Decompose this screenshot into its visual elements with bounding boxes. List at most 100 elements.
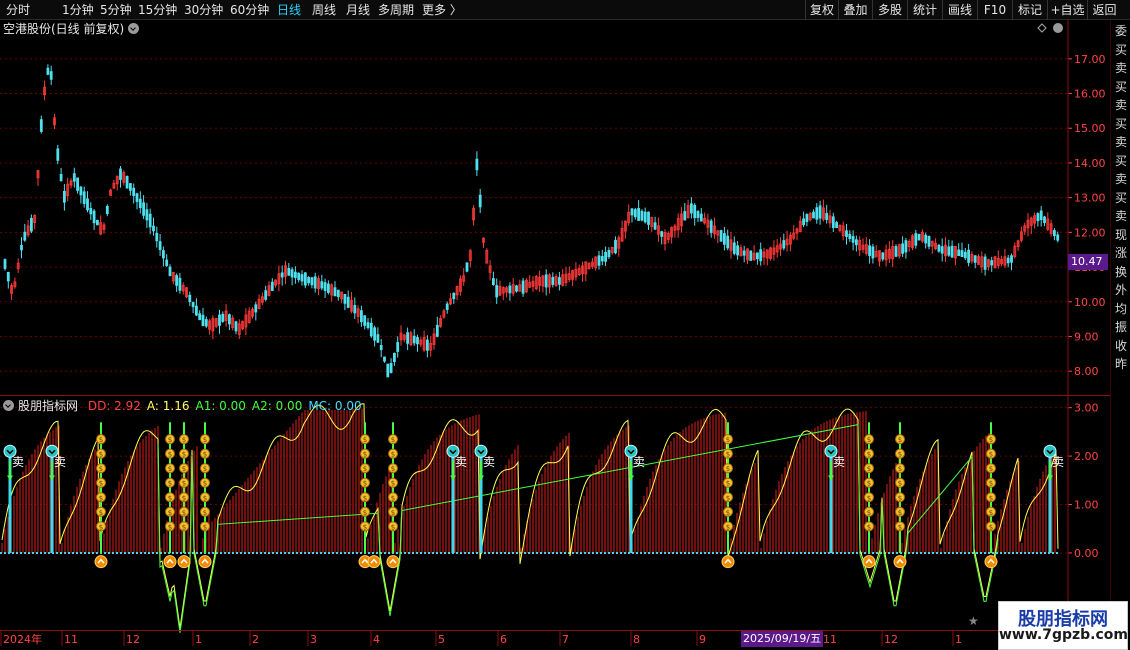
candlestick [20,237,23,259]
candle-body [881,252,885,260]
chart-canvas[interactable]: 卖卖卖卖卖卖卖$$$$$$$$$$$$$$$$$$$$$$$$$$$$$$$$$… [0,0,1130,650]
indicator-title[interactable]: 股朋指标网 DD: 2.92 A: 1.16 A1: 0.00 A2: 0.00 MC:… [3,398,374,414]
dollar-icon: $ [391,523,395,531]
side-label-7: 买 [1115,153,1128,168]
candle-body [1036,213,1040,222]
period-tab-4[interactable]: 30分钟 [184,1,223,19]
candle-body [445,303,449,310]
toolbar-button-8[interactable]: 返回 [1087,0,1121,20]
dropdown-icon[interactable] [3,400,14,411]
candlestick [409,330,413,347]
dollar-icon: $ [203,523,207,531]
candlestick [82,186,86,208]
candle-body [412,335,416,344]
candlestick [468,248,472,268]
toolbar-button-7[interactable]: +自选 [1047,0,1087,20]
candle-body [950,245,954,258]
candlestick [1046,212,1050,232]
candlestick [534,275,538,291]
candlestick [445,301,449,314]
candlestick [746,248,749,264]
candle-body [353,305,357,314]
dollar-icon: $ [989,451,993,459]
side-label-4: 卖 [1115,98,1128,112]
price-axis-label: 10.00 [1074,296,1106,309]
candlestick [244,308,248,336]
candlestick [396,336,400,358]
date-label-7: 5 [438,633,445,646]
candlestick [907,239,911,252]
candlestick [884,244,888,267]
candle-body [508,285,512,294]
period-tab-1[interactable]: 1分钟 [62,1,94,19]
candlestick [1029,216,1033,234]
period-tab-10[interactable]: 更多 〉 [422,1,462,19]
candle-body [326,283,330,293]
candlestick [23,223,27,242]
candlestick [993,255,997,269]
toolbar-button-4[interactable]: 画线 [942,0,977,20]
candlestick [119,166,122,188]
period-tab-6[interactable]: 日线 [277,1,301,19]
toolbar-button-6[interactable]: 标记 [1012,0,1047,20]
candlestick [841,221,845,241]
candlestick [198,310,202,321]
candlestick [640,209,644,222]
chart-title-text: 空港股份(日线 前复权) [3,22,125,36]
candle-body [119,168,122,180]
candlestick [571,269,574,287]
candle-body [633,209,637,218]
candle-body [825,213,829,220]
toolbar-button-1[interactable]: 叠加 [838,0,872,20]
period-tab-8[interactable]: 月线 [346,1,370,19]
candlestick [901,236,904,258]
price-axis-label: 13.00 [1074,192,1106,205]
candlestick [561,268,565,287]
toolbar-button-2[interactable]: 多股 [872,0,907,20]
period-tab-9[interactable]: 多周期 [378,1,414,19]
candle-body [851,236,855,243]
candlestick [412,329,416,346]
period-tab-0[interactable]: 分时 [6,1,30,19]
candlestick [1039,206,1043,227]
candlestick [386,363,390,378]
candlestick [270,278,274,291]
date-label-2: 12 [126,633,140,646]
chart-title[interactable]: 空港股份(日线 前复权) [3,21,140,37]
period-tab-2[interactable]: 5分钟 [100,1,132,19]
sell-label: 卖 [833,455,845,469]
toolbar-button-0[interactable]: 复权 [805,0,838,20]
dollar-icon: $ [867,480,871,488]
toolbar-button-3[interactable]: 统计 [907,0,942,20]
candlestick [234,320,238,335]
candlestick [657,217,660,242]
candle-body [343,294,347,304]
dollar-icon: $ [726,436,730,444]
candle-body [690,203,693,214]
period-tab-3[interactable]: 15分钟 [138,1,177,19]
candlestick [138,191,142,214]
candle-body [359,310,363,323]
dollar-icon: $ [898,465,902,473]
candle-body [125,175,129,189]
period-tab-7[interactable]: 周线 [312,1,336,19]
candlestick [518,279,522,292]
candle-body [782,240,786,249]
candlestick [541,275,545,293]
dollar-icon: $ [99,509,103,517]
candlestick [653,216,657,231]
candlestick [425,335,429,358]
candlestick [284,260,287,285]
diamond-icon [1037,23,1047,33]
candle-body [643,211,647,223]
candlestick [72,167,76,188]
candle-body [72,173,76,182]
date-label-14: 1 [955,633,962,646]
candlestick [696,210,700,223]
dropdown-icon[interactable] [128,23,140,34]
candle-body [346,296,350,308]
toolbar-button-5[interactable]: F10 [977,0,1012,20]
bottom-marker-8 [862,555,876,569]
indicator-axis-label: 1.00 [1074,499,1099,512]
period-tab-5[interactable]: 60分钟 [230,1,269,19]
